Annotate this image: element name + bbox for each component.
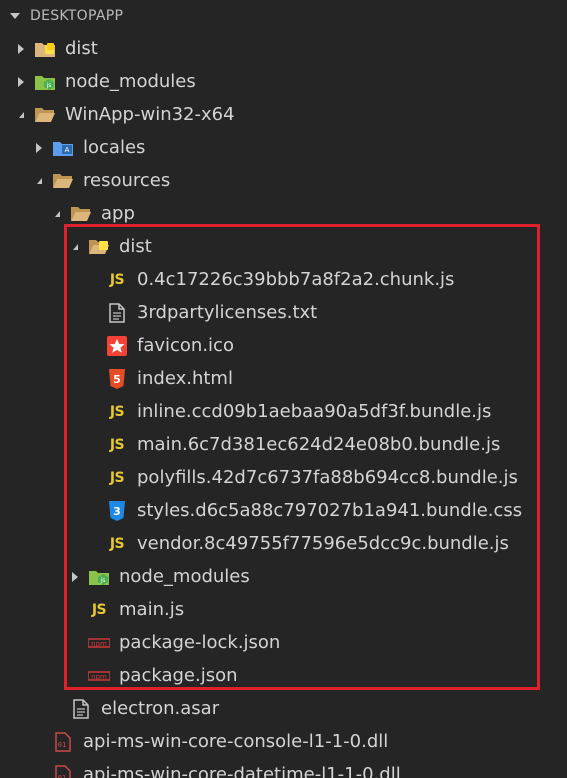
- section-title: DESKTOPAPP: [30, 8, 124, 24]
- chevron-down-icon: [10, 13, 20, 19]
- tree-folder-item[interactable]: Alocales: [0, 131, 567, 164]
- tree-item-label: dist: [119, 235, 152, 257]
- tree-item-label: main.6c7d381ec624d24e08b0.bundle.js: [137, 433, 501, 455]
- tree-file-item[interactable]: 5 index.html: [0, 362, 567, 395]
- folder-open-icon: [52, 171, 74, 191]
- html-file-icon: 5: [106, 368, 128, 389]
- tree-file-item[interactable]: 3rdpartylicenses.txt: [0, 296, 567, 329]
- svg-text:js: js: [46, 82, 52, 89]
- tree-file-item[interactable]: JS inline.ccd09b1aebaa90a5df3f.bundle.js: [0, 395, 567, 428]
- favicon-file-icon: [106, 335, 128, 356]
- text-file-icon: [106, 302, 128, 323]
- js-file-icon: JS: [109, 403, 125, 420]
- svg-text:npm: npm: [91, 673, 107, 681]
- folder-dist-icon: [34, 39, 56, 59]
- tree-item-label: vendor.8c49755f77596e5dcc9c.bundle.js: [137, 532, 509, 554]
- tree-item-label: package.json: [119, 664, 238, 686]
- tree-folder-item[interactable]: resources: [0, 164, 567, 197]
- tree-item-label: api-ms-win-core-datetime-l1-1-0.dll: [83, 763, 401, 778]
- folder-node-icon: js: [34, 72, 56, 92]
- tree-item-label: electron.asar: [101, 697, 220, 719]
- folder-locale-icon: A: [52, 138, 74, 158]
- css-file-icon: 3: [106, 500, 128, 521]
- svg-text:01: 01: [58, 774, 66, 778]
- tree-item-label: node_modules: [119, 565, 250, 587]
- folder-open-icon: [70, 204, 92, 224]
- chevron-down-icon[interactable]: [32, 174, 46, 188]
- tree-file-item[interactable]: JS main.6c7d381ec624d24e08b0.bundle.js: [0, 428, 567, 461]
- tree-file-item[interactable]: 01 api-ms-win-core-datetime-l1-1-0.dll: [0, 758, 567, 778]
- svg-text:A: A: [65, 146, 70, 154]
- js-file-icon: JS: [109, 535, 125, 552]
- chevron-right-icon[interactable]: [14, 42, 28, 56]
- tree-item-label: package-lock.json: [119, 631, 281, 653]
- tree-file-item[interactable]: 3 styles.d6c5a88c797027b1a941.bundle.css: [0, 494, 567, 527]
- tree-item-label: index.html: [137, 367, 233, 389]
- chevron-down-icon[interactable]: [68, 240, 82, 254]
- svg-text:5: 5: [113, 373, 121, 386]
- tree-item-label: 0.4c17226c39bbb7a8f2a2.chunk.js: [137, 268, 455, 290]
- js-file-icon: JS: [109, 436, 125, 453]
- tree-item-label: WinApp-win32-x64: [65, 103, 235, 125]
- text-file-icon: [70, 698, 92, 719]
- tree-item-label: api-ms-win-core-console-l1-1-0.dll: [83, 730, 389, 752]
- tree-item-label: polyfills.42d7c6737fa88b694cc8.bundle.js: [137, 466, 518, 488]
- svg-text:npm: npm: [91, 640, 107, 648]
- binary-file-icon: 01: [52, 731, 74, 752]
- folder-dist-open-icon: [88, 237, 110, 257]
- npm-file-icon: npm: [88, 666, 110, 686]
- tree-item-label: locales: [83, 136, 146, 158]
- explorer-section-header[interactable]: DESKTOPAPP: [0, 0, 567, 32]
- tree-file-item[interactable]: JS polyfills.42d7c6737fa88b694cc8.bundle.…: [0, 461, 567, 494]
- folder-open-icon: [34, 105, 56, 125]
- tree-file-item[interactable]: favicon.ico: [0, 329, 567, 362]
- js-file-icon: JS: [91, 601, 107, 618]
- npm-file-icon: npm: [88, 633, 110, 653]
- chevron-down-icon[interactable]: [14, 108, 28, 122]
- tree-folder-item[interactable]: app: [0, 197, 567, 230]
- tree-folder-item[interactable]: dist: [0, 32, 567, 65]
- tree-item-label: styles.d6c5a88c797027b1a941.bundle.css: [137, 499, 523, 521]
- tree-file-item[interactable]: npm package-lock.json: [0, 626, 567, 659]
- tree-folder-item[interactable]: js node_modules: [0, 65, 567, 98]
- js-file-icon: JS: [109, 469, 125, 486]
- tree-item-label: 3rdpartylicenses.txt: [137, 301, 318, 323]
- tree-file-item[interactable]: electron.asar: [0, 692, 567, 725]
- chevron-right-icon[interactable]: [14, 75, 28, 89]
- chevron-right-icon[interactable]: [32, 141, 46, 155]
- file-tree: dist js node_modules WinApp-win32-x64 Alocal…: [0, 32, 567, 778]
- tree-folder-item[interactable]: js node_modules: [0, 560, 567, 593]
- tree-item-label: resources: [83, 169, 171, 191]
- js-file-icon: JS: [109, 271, 125, 288]
- svg-text:js: js: [100, 577, 106, 584]
- chevron-down-icon[interactable]: [50, 207, 64, 221]
- folder-node-icon: js: [88, 567, 110, 587]
- tree-item-label: dist: [65, 37, 98, 59]
- tree-folder-item[interactable]: dist: [0, 230, 567, 263]
- binary-file-icon: 01: [52, 764, 74, 778]
- svg-text:01: 01: [58, 741, 66, 749]
- svg-text:3: 3: [113, 505, 121, 518]
- tree-file-item[interactable]: JS main.js: [0, 593, 567, 626]
- tree-item-label: favicon.ico: [137, 334, 234, 356]
- tree-item-label: main.js: [119, 598, 185, 620]
- tree-item-label: node_modules: [65, 70, 196, 92]
- tree-file-item[interactable]: JS 0.4c17226c39bbb7a8f2a2.chunk.js: [0, 263, 567, 296]
- tree-item-label: inline.ccd09b1aebaa90a5df3f.bundle.js: [137, 400, 492, 422]
- chevron-right-icon[interactable]: [68, 570, 82, 584]
- tree-folder-item[interactable]: WinApp-win32-x64: [0, 98, 567, 131]
- tree-file-item[interactable]: 01 api-ms-win-core-console-l1-1-0.dll: [0, 725, 567, 758]
- tree-file-item[interactable]: JS vendor.8c49755f77596e5dcc9c.bundle.js: [0, 527, 567, 560]
- tree-item-label: app: [101, 202, 135, 224]
- tree-file-item[interactable]: npm package.json: [0, 659, 567, 692]
